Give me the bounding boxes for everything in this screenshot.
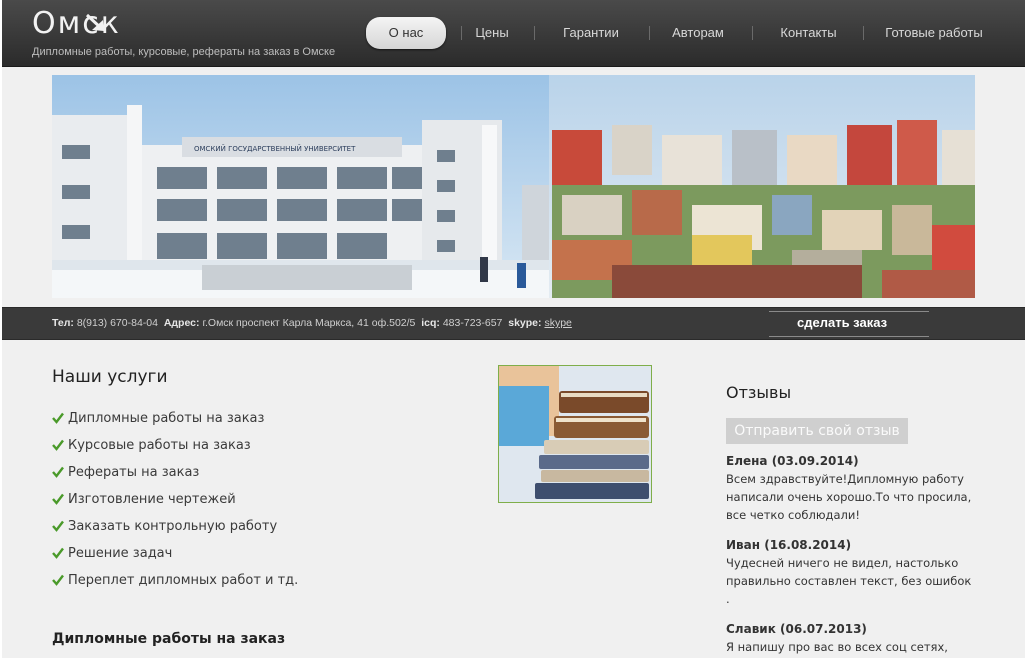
review-text: Всем здравствуйте!Дипломную работу напис…	[726, 472, 972, 522]
section-subtitle: Дипломные работы на заказ	[52, 631, 286, 647]
contact-bar: Тел: 8(913) 670-84-04 Адрес: г.Омск прос…	[2, 307, 1025, 340]
icq-value: 483-723-657	[442, 317, 503, 329]
review-author: Елена (03.09.2014)	[726, 454, 859, 468]
review-author: Иван (16.08.2014)	[726, 538, 852, 552]
checkmark-icon	[52, 520, 64, 532]
nav-separator	[534, 26, 535, 40]
list-item[interactable]: Рефераты на заказ	[52, 463, 298, 490]
nav-item-contacts[interactable]: Контакты	[766, 17, 851, 49]
icq-label: icq:	[421, 317, 440, 329]
books-image	[498, 365, 652, 503]
checkmark-icon	[52, 493, 64, 505]
order-button[interactable]: сделать заказ	[797, 315, 887, 330]
nav-item-authors[interactable]: Авторам	[658, 17, 738, 49]
site-header: Омск Дипломные работы, курсовые, реферат…	[2, 0, 1025, 67]
address-value: г.Омск проспект Карла Маркса, 41 оф.502/…	[202, 317, 416, 329]
checkmark-icon	[52, 466, 64, 478]
nav-item-about[interactable]: О нас	[366, 17, 446, 49]
services-title: Наши услуги	[52, 367, 168, 387]
review-item: Елена (03.09.2014) Всем здравствуйте!Дип…	[726, 453, 976, 524]
list-item[interactable]: Изготовление чертежей	[52, 490, 298, 517]
skype-label: skype:	[508, 317, 542, 329]
building-sign: ОМСКИЙ ГОСУДАРСТВЕННЫЙ УНИВЕРСИТЕТ	[194, 144, 356, 153]
send-review-button[interactable]: Отправить свой отзыв	[726, 418, 908, 444]
nav-item-guarantees[interactable]: Гарантии	[546, 17, 636, 49]
list-item[interactable]: Решение задач	[52, 544, 298, 571]
list-item[interactable]: Курсовые работы на заказ	[52, 436, 298, 463]
order-area: сделать заказ	[769, 311, 929, 337]
banner-image: ОМСКИЙ ГОСУДАРСТВЕННЫЙ УНИВЕРСИТЕТ	[52, 75, 975, 298]
nav-separator	[863, 26, 864, 40]
reviews-title: Отзывы	[726, 383, 792, 402]
checkmark-icon	[52, 574, 64, 586]
review-text: Чудесней ничего не видел, настолько прав…	[726, 556, 972, 606]
address-label: Адрес:	[163, 317, 200, 329]
tagline: Дипломные работы, курсовые, рефераты на …	[32, 46, 336, 58]
checkmark-icon	[52, 412, 64, 424]
list-item[interactable]: Переплет дипломных работ и тд.	[52, 571, 298, 598]
review-author: Славик (06.07.2013)	[726, 622, 867, 636]
arrow-icon	[85, 13, 104, 31]
banner-illustration: ОМСКИЙ ГОСУДАРСТВЕННЫЙ УНИВЕРСИТЕТ	[52, 75, 975, 298]
nav-separator	[752, 26, 753, 40]
tel-value: 8(913) 670-84-04	[76, 317, 158, 329]
books-illustration	[499, 366, 651, 502]
nav-separator	[649, 26, 650, 40]
list-item[interactable]: Дипломные работы на заказ	[52, 409, 298, 436]
services-list: Дипломные работы на заказ Курсовые работ…	[52, 409, 298, 598]
contact-info: Тел: 8(913) 670-84-04 Адрес: г.Омск прос…	[52, 317, 572, 329]
list-item[interactable]: Заказать контрольную работу	[52, 517, 298, 544]
review-text: Я напишу про вас во всех соц сетях,	[726, 640, 948, 654]
nav-item-prices[interactable]: Цены	[462, 17, 522, 49]
checkmark-icon	[52, 547, 64, 559]
review-item: Славик (06.07.2013) Я напишу про вас во …	[726, 621, 976, 656]
logo[interactable]: Омск	[32, 6, 121, 41]
review-item: Иван (16.08.2014) Чудесней ничего не вид…	[726, 537, 976, 608]
nav-item-ready-works[interactable]: Готовые работы	[874, 17, 994, 49]
checkmark-icon	[52, 439, 64, 451]
tel-label: Тел:	[52, 317, 74, 329]
page: Омск Дипломные работы, курсовые, реферат…	[2, 0, 1025, 658]
skype-link[interactable]: skype	[544, 317, 571, 329]
